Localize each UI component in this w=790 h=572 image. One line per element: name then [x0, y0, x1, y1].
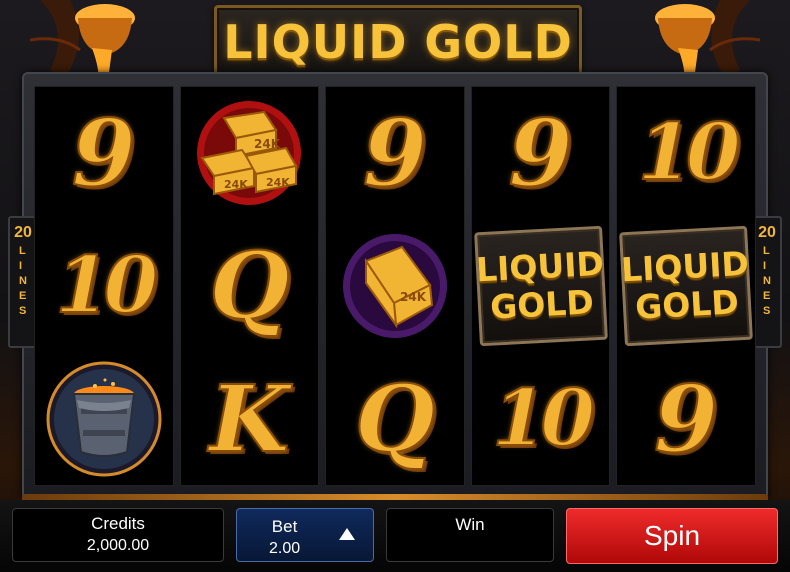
reel-2: 24K 24K 24K Q K — [179, 86, 320, 486]
win-display: Win — [386, 508, 554, 562]
symbol-ten: 10 — [55, 239, 160, 331]
paylines-label: LINES — [19, 245, 27, 317]
symbol-gold-bar-icon: 24K — [331, 225, 459, 347]
game-title: LIQUID GOLD — [223, 15, 573, 69]
reel-1: 9 10 — [34, 86, 174, 486]
control-panel: Credits 2,000.00 Bet 2.00 Win Spin — [0, 500, 790, 572]
reel-4: 9 LIQUID GOLD 10 — [470, 86, 611, 486]
molten-crucible-left — [30, 0, 135, 80]
symbol-nine: 9 — [362, 98, 428, 207]
reel-3: 9 24K Q — [325, 86, 465, 486]
molten-crucible-right — [655, 0, 760, 80]
paylines-count: 20 — [758, 224, 776, 241]
svg-text:24K: 24K — [254, 137, 281, 151]
symbol-ten: 10 — [491, 373, 596, 465]
win-label: Win — [455, 515, 485, 534]
credits-label: Credits — [91, 514, 145, 533]
bet-value: 2.00 — [269, 540, 301, 557]
symbol-king: K — [208, 365, 290, 474]
symbol-queen: Q — [354, 365, 436, 474]
bet-label: Bet — [271, 517, 298, 536]
svg-text:24K: 24K — [224, 178, 248, 191]
symbol-nine: 9 — [653, 365, 719, 474]
svg-text:24K: 24K — [400, 290, 427, 304]
symbol-queen: Q — [208, 231, 290, 340]
symbol-liquid-gold-logo: LIQUID GOLD — [619, 225, 754, 347]
paylines-count: 20 — [14, 224, 32, 241]
symbol-nine: 9 — [71, 98, 137, 207]
credits-value: 2,000.00 — [86, 537, 150, 554]
reel-5: 10 LIQUID GOLD 9 — [616, 86, 756, 486]
reels: 9 10 24K 24K 24K Q K 9 24K Q 9 LIQUID GO… — [34, 86, 756, 486]
game-title-plate: LIQUID GOLD — [214, 5, 582, 79]
credits-display: Credits 2,000.00 — [12, 508, 224, 562]
spin-button[interactable]: Spin — [566, 508, 778, 564]
symbol-bucket-icon — [40, 358, 168, 480]
symbol-liquid-gold-logo: LIQUID GOLD — [473, 225, 608, 347]
symbol-ten: 10 — [637, 106, 742, 198]
symbol-nine: 9 — [508, 98, 574, 207]
symbol-gold-bars-icon: 24K 24K 24K — [185, 92, 313, 214]
paylines-label: LINES — [763, 245, 771, 317]
svg-text:24K: 24K — [266, 176, 290, 189]
bet-selector[interactable]: Bet 2.00 — [236, 508, 374, 562]
bet-increase-arrow-icon[interactable] — [339, 528, 355, 540]
paylines-badge-right: 20 LINES — [752, 216, 782, 348]
